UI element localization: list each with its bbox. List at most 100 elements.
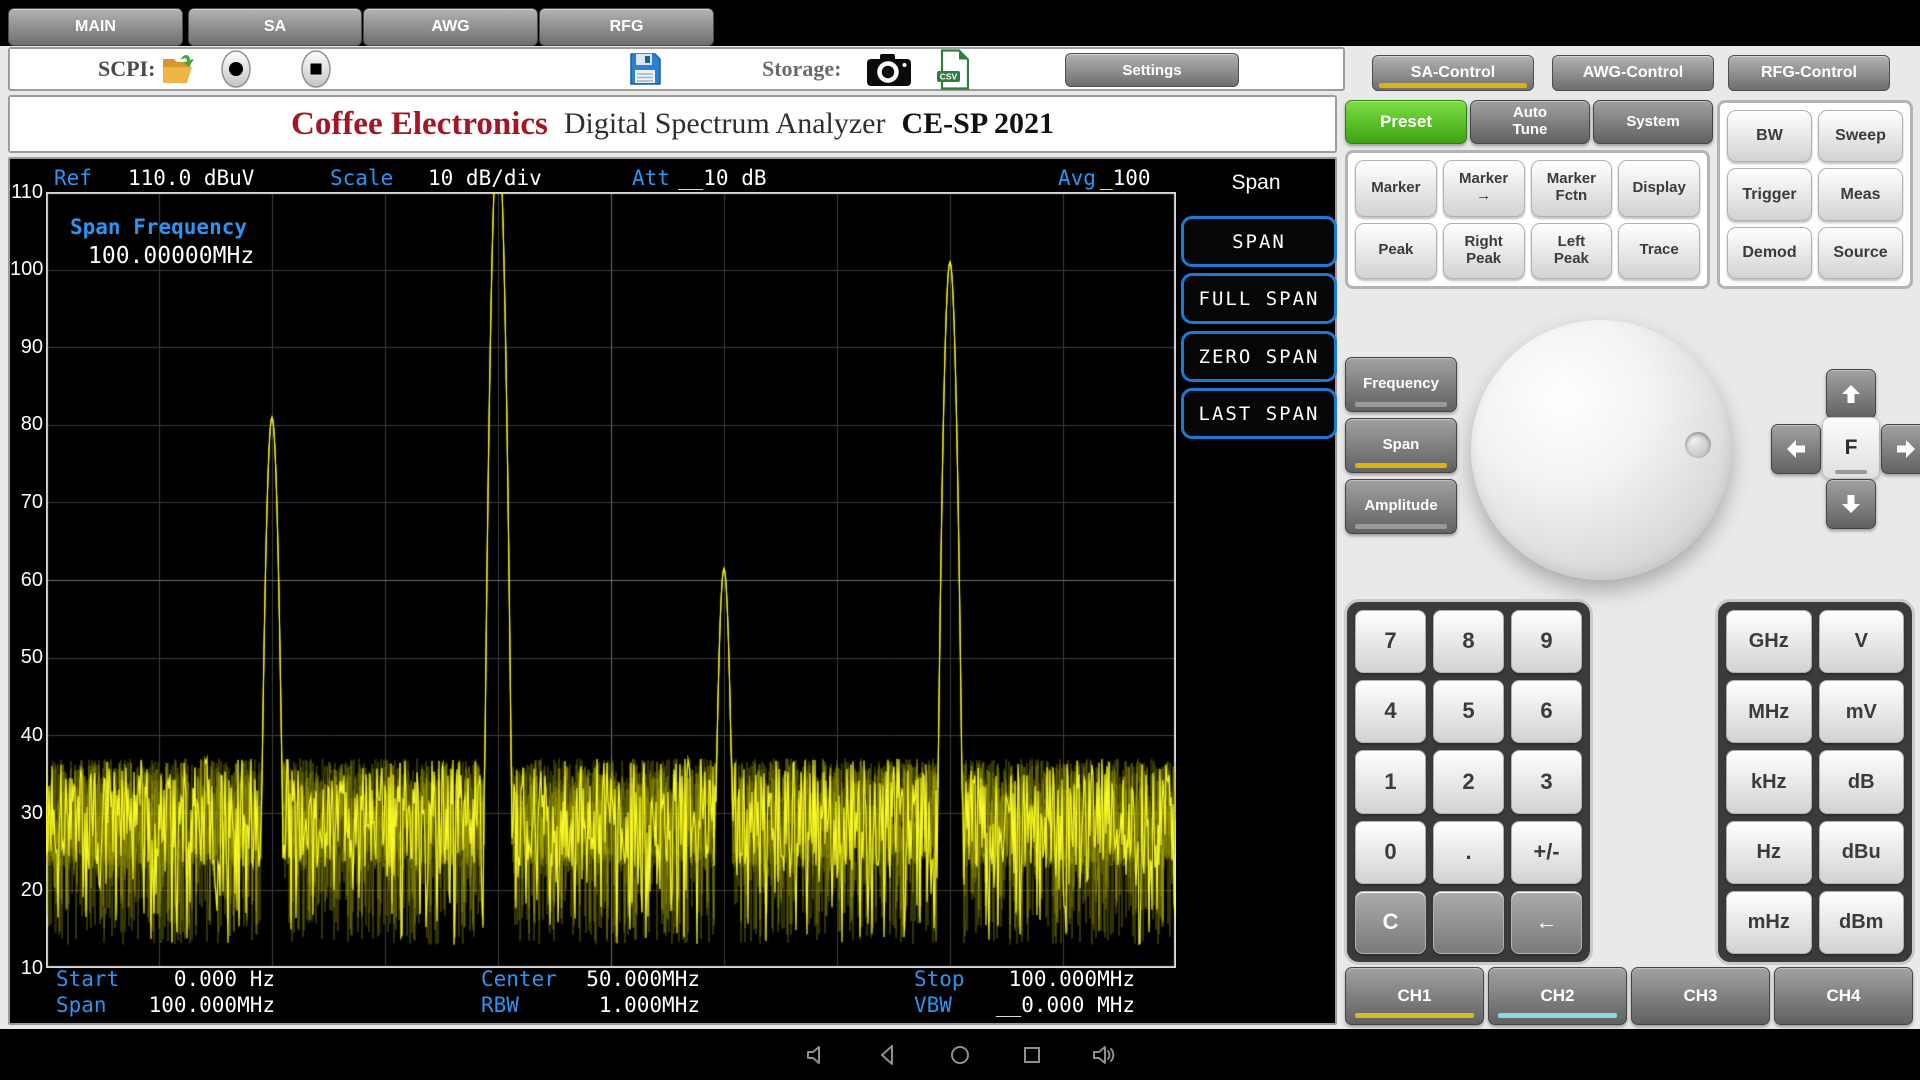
span-frequency-label: Span Frequency [70,215,247,239]
ch3-button[interactable]: CH3 [1631,967,1770,1025]
unit-hz-button[interactable]: Hz [1726,821,1812,884]
unit-v-button[interactable]: V [1819,610,1905,673]
tab-rfg[interactable]: RFG [539,8,714,46]
key-blank[interactable] [1433,891,1504,954]
start-value: 0.000 Hz [120,967,275,991]
auto-tune-button[interactable]: Auto Tune [1470,100,1590,144]
key-1[interactable]: 1 [1355,750,1426,813]
last-span-button[interactable]: LAST SPAN [1181,388,1337,439]
y-tick: 20 [10,879,43,901]
key-plus-minus[interactable]: +/- [1511,821,1582,884]
recents-icon[interactable] [1018,1041,1046,1069]
marker-fctn-button[interactable]: Marker Fctn [1531,160,1613,217]
display-button[interactable]: Display [1618,160,1700,217]
zero-span-button[interactable]: ZERO SPAN [1181,331,1337,382]
arrow-down-button[interactable] [1826,479,1876,529]
ch4-button[interactable]: CH4 [1774,967,1913,1025]
app-root: { "colors": { "accent_blue": "#1a7ad4", … [0,0,1920,1080]
left-peak-button[interactable]: Left Peak [1531,223,1613,280]
tab-sa[interactable]: SA [188,8,362,46]
key-7[interactable]: 7 [1355,610,1426,673]
meas-button[interactable]: Meas [1818,168,1903,220]
key-2[interactable]: 2 [1433,750,1504,813]
tab-awg-control[interactable]: AWG-Control [1552,55,1714,91]
model-name: CE-SP 2021 [901,107,1054,141]
key-4[interactable]: 4 [1355,680,1426,743]
unit-ghz-label: GHz [1749,630,1789,652]
rbw-label: RBW [481,993,519,1017]
record-icon[interactable] [218,49,254,94]
auto-tune-label: Auto Tune [1513,105,1548,139]
trigger-button[interactable]: Trigger [1727,168,1812,220]
stop-icon[interactable] [298,49,334,94]
frequency-button[interactable]: Frequency [1345,357,1457,412]
unit-dbm-button[interactable]: dBm [1819,891,1905,954]
span-frequency-value: 100.00000MHz [88,243,254,269]
marker-button[interactable]: Marker [1355,160,1437,217]
y-tick: 60 [10,569,43,591]
key-clear[interactable]: C [1355,891,1426,954]
system-button[interactable]: System [1593,100,1713,144]
full-span-button[interactable]: FULL SPAN [1181,273,1337,324]
trace-button[interactable]: Trace [1618,223,1700,280]
rotary-knob[interactable] [1471,320,1731,580]
demod-button[interactable]: Demod [1727,227,1812,279]
unit-khz-button[interactable]: kHz [1726,750,1812,813]
f-key-bar [1835,470,1867,474]
tab-sa-control-label: SA-Control [1411,64,1495,82]
key-0[interactable]: 0 [1355,821,1426,884]
key-9[interactable]: 9 [1511,610,1582,673]
preset-button[interactable]: Preset [1345,100,1467,144]
sweep-button[interactable]: Sweep [1818,110,1903,162]
unit-dbu-button[interactable]: dBu [1819,821,1905,884]
home-icon[interactable] [946,1041,974,1069]
back-icon[interactable] [874,1041,902,1069]
settings-button[interactable]: Settings [1065,53,1239,87]
unit-db-button[interactable]: dB [1819,750,1905,813]
tab-sa-control[interactable]: SA-Control [1372,55,1534,91]
bw-button[interactable]: BW [1727,110,1812,162]
spectrum-panel: Ref 110.0 dBuV Scale 10 dB/div Att __10 … [8,157,1337,1025]
span-nav-button[interactable]: Span [1345,418,1457,473]
unit-mhz-label: MHz [1748,701,1789,723]
volume-up-icon[interactable] [1090,1041,1118,1069]
ch1-button[interactable]: CH1 [1345,967,1484,1025]
key-6[interactable]: 6 [1511,680,1582,743]
settings-label: Settings [1122,62,1181,79]
arrow-right-button[interactable] [1881,424,1920,474]
unit-ghz-button[interactable]: GHz [1726,610,1812,673]
key-5[interactable]: 5 [1433,680,1504,743]
arrow-left-button[interactable] [1771,424,1821,474]
avg-value: _100 [1100,166,1151,190]
marker-to-button[interactable]: Marker → [1443,160,1525,217]
tab-rfg-control[interactable]: RFG-Control [1728,55,1890,91]
right-peak-button[interactable]: Right Peak [1443,223,1525,280]
save-icon[interactable] [628,52,662,91]
tab-main[interactable]: MAIN [8,8,183,46]
key-3[interactable]: 3 [1511,750,1582,813]
unit-mhz-button[interactable]: MHz [1726,680,1812,743]
camera-icon[interactable] [866,53,912,92]
att-value: __10 dB [678,166,767,190]
source-button[interactable]: Source [1818,227,1903,279]
key-decimal[interactable]: . [1433,821,1504,884]
key-0-label: 0 [1384,840,1396,865]
folder-open-icon[interactable] [160,51,198,92]
android-navbar [0,1029,1920,1080]
key-backspace[interactable]: ← [1511,891,1582,954]
peak-button[interactable]: Peak [1355,223,1437,280]
volume-down-icon[interactable] [802,1041,830,1069]
unit-mhz-milli-button[interactable]: mHz [1726,891,1812,954]
arrow-up-button[interactable] [1826,369,1876,419]
key-1-label: 1 [1384,770,1396,795]
ch2-button[interactable]: CH2 [1488,967,1627,1025]
span-button[interactable]: SPAN [1181,216,1337,267]
ch1-active-underline [1355,1013,1474,1018]
amplitude-button[interactable]: Amplitude [1345,479,1457,534]
f-key-button[interactable]: F [1822,417,1880,479]
tab-awg[interactable]: AWG [363,8,538,46]
unit-mv-button[interactable]: mV [1819,680,1905,743]
trigger-label: Trigger [1742,186,1796,204]
csv-icon[interactable]: CSV [936,49,969,95]
key-8[interactable]: 8 [1433,610,1504,673]
